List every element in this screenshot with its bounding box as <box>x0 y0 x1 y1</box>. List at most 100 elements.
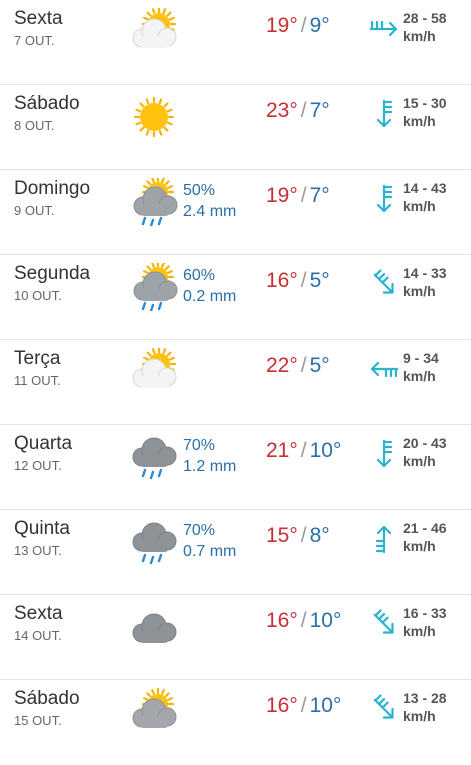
rain-amount: 2.4 mm <box>183 203 237 220</box>
partly-cloudy-icon <box>126 6 182 56</box>
wind-speed: 9 - 34 km/h <box>403 349 439 385</box>
day-name: Sábado <box>14 688 80 709</box>
wind-from-south-icon <box>368 522 400 556</box>
rain-cloud-icon <box>126 518 182 566</box>
temperature-range: 22°/5° <box>266 354 330 378</box>
forecast-day-row[interactable]: Quarta 12 OUT. 70% 1.2 mm 21°/10° 20 - 4… <box>0 425 471 510</box>
temp-separator: / <box>300 524 307 547</box>
cloudy-icon <box>126 603 182 651</box>
day-name: Quarta <box>14 433 73 454</box>
forecast-day-row[interactable]: Sexta 7 OUT. 19°/9° 28 - 58 km/h <box>0 0 471 85</box>
rain-amount: 0.7 mm <box>183 543 237 560</box>
forecast-day-row[interactable]: Segunda 10 OUT. 60% 0.2 mm 16°/5° 14 - 3… <box>0 255 471 340</box>
wind-speed: 21 - 46 km/h <box>403 519 447 555</box>
temp-separator: / <box>300 99 307 122</box>
day-date: 10 OUT. <box>14 288 62 303</box>
rain-chance: 70% <box>183 522 216 539</box>
wind-speed: 13 - 28 km/h <box>403 689 447 725</box>
forecast-day-row[interactable]: Domingo 9 OUT. 50% 2.4 mm 19°/7° 14 - 43… <box>0 170 471 255</box>
wind-speed-range: 14 - 43 <box>403 180 447 196</box>
forecast-day-row[interactable]: Quinta 13 OUT. 70% 0.7 mm 15°/8° 21 - 46… <box>0 510 471 595</box>
forecast-day-row[interactable]: Sábado 8 OUT. 23°/7° 15 - 30 km/h <box>0 85 471 170</box>
temp-separator: / <box>300 14 307 37</box>
wind-from-northwest-icon <box>368 267 400 301</box>
wind-unit: km/h <box>403 623 436 639</box>
wind-speed-range: 21 - 46 <box>403 520 447 536</box>
day-name: Sexta <box>14 603 63 624</box>
wind-from-north-icon <box>368 182 400 216</box>
min-temp: 8° <box>309 524 330 547</box>
wind-from-north-icon <box>368 97 400 131</box>
rain-chance: 50% <box>183 182 216 199</box>
wind-unit: km/h <box>403 368 436 384</box>
temp-separator: / <box>300 694 307 717</box>
wind-speed-range: 20 - 43 <box>403 435 447 451</box>
wind-speed: 16 - 33 km/h <box>403 604 447 640</box>
max-temp: 16° <box>266 269 298 292</box>
rain-amount: 1.2 mm <box>183 458 237 475</box>
wind-speed-range: 9 - 34 <box>403 350 439 366</box>
wind-unit: km/h <box>403 708 436 724</box>
max-temp: 23° <box>266 99 298 122</box>
day-date: 14 OUT. <box>14 628 62 643</box>
wind-from-northwest-icon <box>368 607 400 641</box>
temp-separator: / <box>300 269 307 292</box>
wind-unit: km/h <box>403 28 436 44</box>
day-date: 8 OUT. <box>14 118 55 133</box>
max-temp: 15° <box>266 524 298 547</box>
wind-speed-range: 13 - 28 <box>403 690 447 706</box>
day-name: Segunda <box>14 263 91 284</box>
temp-separator: / <box>300 184 307 207</box>
min-temp: 10° <box>309 439 342 462</box>
sun-behind-dark-cloud-icon <box>126 687 182 736</box>
temperature-range: 16°/10° <box>266 609 341 633</box>
day-date: 12 OUT. <box>14 458 62 473</box>
min-temp: 9° <box>309 14 330 37</box>
wind-unit: km/h <box>403 453 436 469</box>
min-temp: 10° <box>309 694 342 717</box>
forecast-day-row[interactable]: Sábado 15 OUT. 16°/10° 13 - 28 km/h <box>0 680 471 765</box>
max-temp: 19° <box>266 184 298 207</box>
forecast-list: Sexta 7 OUT. 19°/9° 28 - 58 km/h Sábado … <box>0 0 471 750</box>
temperature-range: 23°/7° <box>266 99 330 123</box>
forecast-day-row[interactable]: Terça 11 OUT. 22°/5° 9 - 34 km/h <box>0 340 471 425</box>
day-name: Domingo <box>14 178 91 199</box>
sunny-icon <box>126 93 182 141</box>
rain-amount: 0.2 mm <box>183 288 237 305</box>
min-temp: 5° <box>309 354 330 377</box>
temp-separator: / <box>300 439 307 462</box>
day-date: 7 OUT. <box>14 33 55 48</box>
partly-cloudy-icon <box>126 346 182 396</box>
temperature-range: 21°/10° <box>266 439 341 463</box>
day-name: Sábado <box>14 93 80 114</box>
max-temp: 21° <box>266 439 298 462</box>
wind-from-northwest-icon <box>368 692 400 726</box>
temperature-range: 19°/7° <box>266 184 330 208</box>
temperature-range: 16°/5° <box>266 269 330 293</box>
wind-unit: km/h <box>403 198 436 214</box>
wind-speed: 14 - 33 km/h <box>403 264 447 300</box>
temperature-range: 16°/10° <box>266 694 341 718</box>
forecast-day-row[interactable]: Sexta 14 OUT. 16°/10° 16 - 33 km/h <box>0 595 471 680</box>
sun-rain-cloud-icon <box>126 175 182 228</box>
min-temp: 5° <box>309 269 330 292</box>
min-temp: 10° <box>309 609 342 632</box>
rain-chance: 60% <box>183 267 216 284</box>
temperature-range: 15°/8° <box>266 524 330 548</box>
precipitation: 50% 2.4 mm <box>183 180 236 222</box>
wind-from-west-icon <box>368 12 400 46</box>
wind-unit: km/h <box>403 538 436 554</box>
day-name: Quinta <box>14 518 70 539</box>
day-name: Terça <box>14 348 61 369</box>
rain-chance: 70% <box>183 437 216 454</box>
rain-cloud-icon <box>126 433 182 481</box>
wind-unit: km/h <box>403 113 436 129</box>
max-temp: 16° <box>266 694 298 717</box>
temp-separator: / <box>300 609 307 632</box>
min-temp: 7° <box>309 184 330 207</box>
wind-speed-range: 28 - 58 <box>403 10 447 26</box>
day-name: Sexta <box>14 8 63 29</box>
day-date: 9 OUT. <box>14 203 55 218</box>
wind-speed-range: 15 - 30 <box>403 95 447 111</box>
wind-speed: 14 - 43 km/h <box>403 179 447 215</box>
